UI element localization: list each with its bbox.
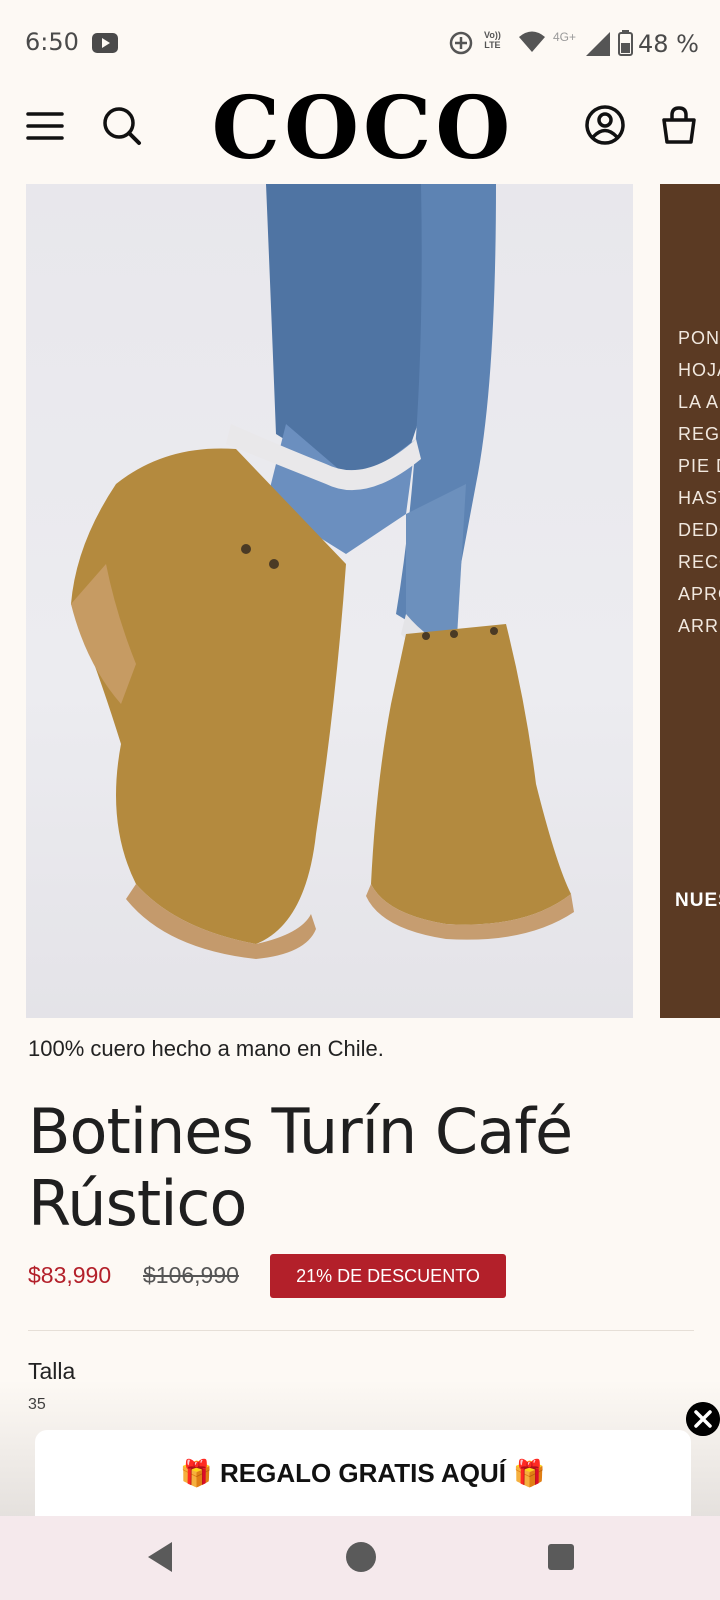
search-icon[interactable] — [100, 104, 144, 148]
sync-icon — [449, 31, 473, 55]
product-tagline: 100% cuero hecho a mano en Chile. — [28, 1036, 384, 1061]
product-title: Botines Turín Café Rústico — [28, 1095, 573, 1240]
menu-icon[interactable] — [26, 106, 66, 146]
next-slide-text: PON HOJA LA A REGI PIE D HAST DEDO RECO … — [678, 328, 720, 636]
back-icon[interactable] — [146, 1540, 174, 1574]
signal-icon — [586, 32, 610, 56]
volte-icon: Vo)) LTE — [484, 30, 501, 50]
product-image[interactable] — [26, 184, 633, 1018]
close-icon[interactable] — [686, 1402, 720, 1436]
youtube-icon — [92, 33, 118, 53]
product-photo-boots — [71, 184, 574, 959]
product-gallery[interactable]: PON HOJA LA A REGI PIE D HAST DEDO RECO … — [26, 184, 720, 1018]
status-bar: 6:50 Vo)) LTE 4G+ 48 % — [0, 0, 720, 88]
home-icon[interactable] — [346, 1542, 376, 1572]
original-price: $106,990 — [143, 1262, 239, 1288]
site-header: COCO — [0, 86, 720, 178]
cart-icon[interactable] — [658, 104, 700, 146]
status-time: 6:50 — [25, 28, 79, 56]
battery-percent: 48 % — [638, 30, 699, 58]
brand-logo[interactable]: COCO — [207, 86, 519, 172]
promo-banner[interactable]: 🎁 REGALO GRATIS AQUÍ 🎁 — [35, 1430, 691, 1516]
account-icon[interactable] — [584, 104, 626, 146]
network-type-label: 4G+ — [553, 30, 577, 44]
recent-apps-icon[interactable] — [548, 1544, 574, 1570]
sale-price: $83,990 — [28, 1262, 112, 1288]
next-slide-heading: NUES — [675, 890, 720, 911]
divider — [28, 1330, 694, 1331]
battery-icon — [618, 30, 633, 56]
next-slide-preview[interactable]: PON HOJA LA A REGI PIE D HAST DEDO RECO … — [660, 184, 720, 1018]
wifi-icon — [519, 31, 545, 52]
discount-badge: 21% DE DESCUENTO — [270, 1254, 506, 1298]
